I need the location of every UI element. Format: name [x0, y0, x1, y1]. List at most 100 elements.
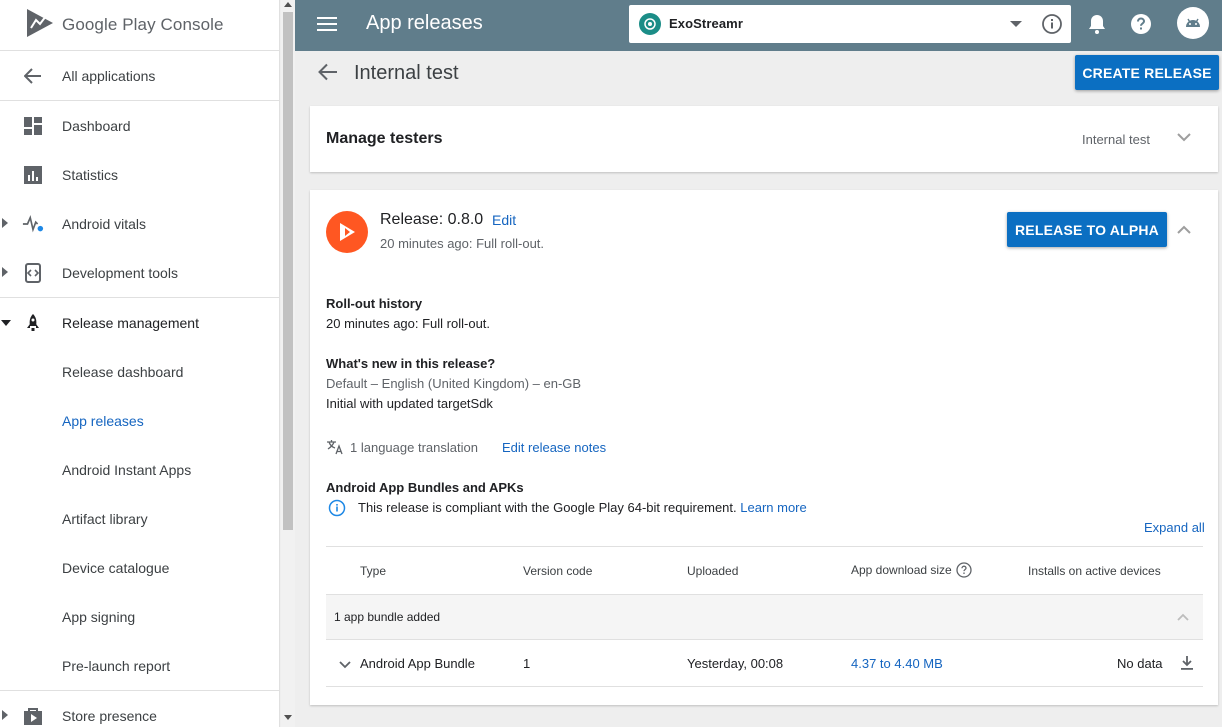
expand-caret-icon[interactable]	[2, 267, 8, 277]
play-console-logo-icon	[26, 8, 54, 43]
sidebar-item-development-tools[interactable]: Development tools	[0, 248, 279, 297]
sidebar-item-device-catalogue[interactable]: Device catalogue	[0, 543, 279, 592]
edit-release-link[interactable]: Edit	[492, 212, 516, 228]
manage-testers-card[interactable]: Manage testers Internal test	[310, 106, 1218, 172]
sidebar-item-label: Android Instant Apps	[62, 461, 192, 478]
arrow-back-icon	[22, 65, 44, 87]
scroll-down-arrow-icon[interactable]	[284, 715, 292, 720]
chevron-up-icon[interactable]	[1176, 223, 1192, 241]
app-logo-icon	[639, 13, 661, 35]
edit-release-notes-link[interactable]: Edit release notes	[502, 440, 606, 455]
info-icon[interactable]	[1041, 13, 1063, 40]
translations-count: 1 language translation	[350, 440, 478, 455]
page-header: Internal test CREATE RELEASE	[295, 51, 1222, 101]
sidebar-item-app-releases[interactable]: App releases	[0, 396, 279, 445]
sidebar-item-dashboard[interactable]: Dashboard	[0, 101, 279, 150]
sidebar-item-statistics[interactable]: Statistics	[0, 150, 279, 199]
table-row[interactable]: Android App Bundle 1 Yesterday, 00:08 4.…	[326, 639, 1203, 687]
whats-new-heading: What's new in this release?	[326, 356, 496, 371]
account-avatar[interactable]	[1177, 7, 1209, 44]
chevron-up-icon[interactable]	[1176, 611, 1190, 625]
expand-caret-icon[interactable]	[2, 710, 8, 720]
whats-new-language: Default – English (United Kingdom) – en-…	[326, 376, 582, 391]
manage-testers-title: Manage testers	[326, 130, 443, 147]
column-header-type: Type	[360, 564, 387, 578]
help-icon[interactable]	[1130, 13, 1152, 40]
cell-uploaded: Yesterday, 00:08	[687, 656, 784, 671]
sidebar-item-label: Release dashboard	[62, 363, 184, 380]
dev-tools-icon	[22, 262, 44, 284]
column-header-version-code: Version code	[523, 564, 593, 578]
download-icon[interactable]	[1180, 655, 1194, 674]
release-to-alpha-button[interactable]: RELEASE TO ALPHA	[1007, 212, 1167, 247]
track-heading: Internal test	[354, 62, 459, 84]
rollout-history-text: 20 minutes ago: Full roll-out.	[326, 316, 491, 331]
cell-installs: No data	[1117, 656, 1163, 671]
sidebar-item-label: Development tools	[62, 264, 178, 281]
sidebar: Google Play Console All applications Das…	[0, 0, 280, 727]
cell-download-size-link[interactable]: 4.37 to 4.40 MB	[851, 656, 943, 671]
whats-new-text: Initial with updated targetSdk	[326, 396, 493, 411]
sidebar-item-label: Dashboard	[62, 117, 131, 134]
column-header-download-size: App download size	[851, 563, 952, 577]
bar-chart-icon	[22, 164, 44, 186]
expand-caret-icon[interactable]	[2, 218, 8, 228]
translate-icon	[326, 439, 344, 460]
table-header: Type Version code Uploaded App download …	[326, 546, 1203, 594]
sidebar-item-app-signing[interactable]: App signing	[0, 592, 279, 641]
sidebar-item-pre-launch-report[interactable]: Pre-launch report	[0, 641, 279, 690]
bundles-table: Type Version code Uploaded App download …	[326, 546, 1203, 687]
scroll-up-arrow-icon[interactable]	[284, 2, 292, 7]
bundle-group-row[interactable]: 1 app bundle added	[326, 594, 1203, 639]
cell-version-code: 1	[523, 656, 531, 671]
sidebar-item-release-dashboard[interactable]: Release dashboard	[0, 347, 279, 396]
sidebar-item-store-presence[interactable]: Store presence	[0, 691, 279, 727]
vitals-pulse-icon	[22, 213, 44, 235]
app-name: ExoStreamr	[669, 16, 743, 31]
group-label: 1 app bundle added	[334, 610, 441, 624]
column-header-installs: Installs on active devices	[1028, 564, 1161, 578]
main-content: Internal test CREATE RELEASE Manage test…	[295, 51, 1222, 727]
release-subtitle: 20 minutes ago: Full roll-out.	[380, 236, 545, 251]
rollout-history-heading: Roll-out history	[326, 296, 423, 311]
rocket-icon	[22, 312, 44, 334]
sidebar-item-android-instant-apps[interactable]: Android Instant Apps	[0, 445, 279, 494]
sidebar-item-android-vitals[interactable]: Android vitals	[0, 199, 279, 248]
collapse-caret-icon[interactable]	[1, 320, 11, 326]
learn-more-link[interactable]: Learn more	[740, 500, 806, 515]
menu-icon[interactable]	[317, 16, 337, 37]
app-selector[interactable]: ExoStreamr	[629, 5, 1071, 43]
sidebar-item-label: App releases	[62, 412, 144, 429]
sidebar-scrollbar[interactable]	[281, 0, 295, 727]
sidebar-item-release-management[interactable]: Release management	[0, 298, 279, 347]
sidebar-item-label: Pre-launch report	[62, 657, 171, 674]
scrollbar-thumb[interactable]	[283, 12, 293, 530]
sidebar-item-label: App signing	[62, 608, 136, 625]
sidebar-item-all-applications[interactable]: All applications	[0, 51, 279, 100]
sidebar-item-label: Statistics	[62, 166, 119, 183]
sidebar-item-artifact-library[interactable]: Artifact library	[0, 494, 279, 543]
compliance-text: This release is compliant with the Googl…	[358, 500, 807, 515]
dropdown-arrow-icon[interactable]	[1010, 21, 1022, 27]
help-circle-icon[interactable]	[956, 562, 972, 581]
track-label: Internal test	[1082, 132, 1150, 147]
sidebar-item-label: Store presence	[62, 707, 157, 724]
sidebar-item-label: All applications	[62, 67, 156, 84]
notifications-bell-icon[interactable]	[1087, 13, 1107, 40]
create-release-button[interactable]: CREATE RELEASE	[1075, 55, 1219, 90]
chevron-down-icon[interactable]	[1176, 130, 1192, 148]
expand-all-link[interactable]: Expand all	[1144, 520, 1205, 535]
sidebar-item-label: Device catalogue	[62, 559, 170, 576]
expand-row-chevron-icon[interactable]	[338, 658, 352, 673]
dashboard-icon	[22, 115, 44, 137]
sidebar-item-label: Release management	[62, 314, 199, 331]
top-bar: App releases ExoStreamr	[295, 0, 1222, 51]
arrow-back-icon[interactable]	[318, 63, 338, 86]
column-header-uploaded: Uploaded	[687, 564, 739, 578]
brand[interactable]: Google Play Console	[0, 0, 279, 51]
release-app-logo-icon	[326, 211, 368, 253]
bundles-heading: Android App Bundles and APKs	[326, 480, 524, 495]
cell-type: Android App Bundle	[360, 656, 475, 671]
release-title: Release: 0.8.0	[380, 211, 484, 228]
info-icon	[328, 499, 346, 522]
